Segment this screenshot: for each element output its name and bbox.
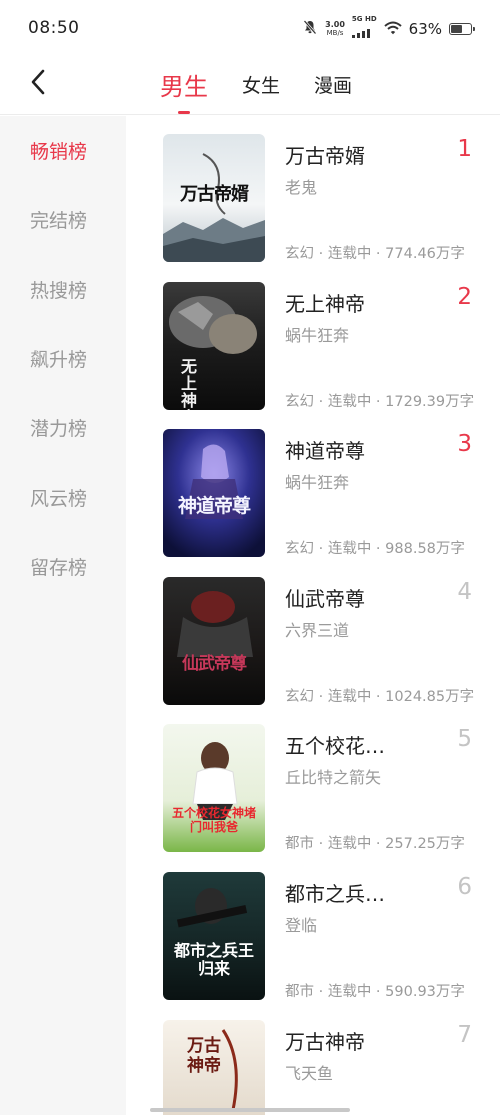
rank-number: 3 [457,431,472,457]
book-title: 万古帝婿 [285,144,365,168]
rank-number: 1 [457,136,472,162]
sidebar-item-potential[interactable]: 潜力榜 [0,393,126,462]
network-speed: 3.00 MB/s [325,20,345,38]
network-speed-unit: MB/s [326,29,344,37]
book-cover: 神道帝尊 [163,429,265,557]
book-item[interactable]: 神道帝尊 神道帝尊 蜗牛狂奔 玄幻 · 连载中 · 988.58万字 3 [163,429,500,559]
cover-title: 万古帝婿 [180,184,249,205]
cover-title: 无上神帝 [181,357,198,410]
sidebar-item-completed[interactable]: 完结榜 [0,185,126,254]
signal-label: 5G HD [351,15,377,23]
sidebar-item-trending[interactable]: 风云榜 [0,462,126,531]
book-cover: 五个校花女神堵门叫我爸 [163,724,265,852]
book-author: 老鬼 [285,178,318,197]
book-author: 蜗牛狂奔 [285,326,350,345]
top-nav: 男生 女生 漫画 [0,58,500,115]
book-author: 蜗牛狂奔 [285,473,350,492]
tab-active-indicator [178,111,190,114]
tab-label: 女生 [242,75,281,97]
sidebar-item-bestseller[interactable]: 畅销榜 [0,116,126,185]
book-cover: 万古帝婿 [163,134,265,262]
book-item[interactable]: 都市之兵王归来 都市之兵… 登临 都市 · 连载中 · 590.93万字 6 [163,872,500,1002]
signal-bars-icon [351,23,370,42]
book-item[interactable]: 无上神帝 无上神帝 蜗牛狂奔 玄幻 · 连载中 · 1729.39万字 2 [163,282,500,412]
book-title: 神道帝尊 [285,439,365,463]
home-indicator[interactable] [150,1108,350,1112]
battery-level [451,25,463,33]
book-cover: 都市之兵王归来 [163,872,265,1000]
category-tabs: 男生 女生 漫画 [160,58,386,115]
book-title: 无上神帝 [285,292,365,316]
book-author: 丘比特之箭矢 [285,768,382,787]
sidebar-item-hot-search[interactable]: 热搜榜 [0,255,126,324]
book-author: 登临 [285,916,318,935]
book-cover: 无上神帝 [163,282,265,410]
wifi-icon [383,20,402,39]
book-item[interactable]: 万古帝婿 万古帝婿 老鬼 玄幻 · 连载中 · 774.46万字 1 [163,134,500,264]
cover-title: 仙武帝尊 [182,654,247,674]
cellular-signal: 5G HD [351,15,377,42]
cover-title: 都市之兵王归来 [173,941,254,978]
book-cover: 仙武帝尊 [163,577,265,705]
sidebar-item-retention[interactable]: 留存榜 [0,532,126,601]
book-author: 飞天鱼 [285,1064,334,1083]
ranking-sidebar: 畅销榜 完结榜 热搜榜 飙升榜 潜力榜 风云榜 留存榜 [0,116,126,1115]
book-meta: 都市 · 连载中 · 590.93万字 [285,984,465,1000]
chevron-left-icon [31,69,45,95]
tab-label: 漫画 [314,75,353,97]
sidebar-item-rising[interactable]: 飙升榜 [0,324,126,393]
status-icons: 3.00 MB/s 5G HD 63% [302,15,475,42]
rank-number: 2 [457,284,472,310]
tab-male[interactable]: 男生 [160,58,208,114]
book-meta: 玄幻 · 连载中 · 1024.85万字 [285,689,475,705]
back-button[interactable] [22,66,54,98]
cover-title: 五个校花女神堵门叫我爸 [171,806,256,834]
book-title: 万古神帝 [285,1030,365,1054]
book-item[interactable]: 万古神帝 万古神帝 飞天鱼 7 [163,1020,500,1115]
cover-title: 万古神帝 [187,1036,221,1076]
book-item[interactable]: 仙武帝尊 仙武帝尊 六界三道 玄幻 · 连载中 · 1024.85万字 4 [163,577,500,707]
rank-number: 4 [457,579,472,605]
tab-comics[interactable]: 漫画 [314,58,352,98]
book-cover: 万古神帝 [163,1020,265,1115]
book-list: 万古帝婿 万古帝婿 老鬼 玄幻 · 连载中 · 774.46万字 1 无上神帝 … [126,116,500,1115]
book-title: 五个校花… [285,734,385,758]
status-time: 08:50 [28,18,80,38]
network-speed-value: 3.00 [325,20,345,29]
book-author: 六界三道 [285,621,350,640]
tab-female[interactable]: 女生 [242,58,280,98]
status-bar: 08:50 3.00 MB/s 5G HD 63% [0,0,500,58]
battery-percent: 63% [408,20,442,38]
cover-title: 神道帝尊 [177,495,251,517]
book-meta: 玄幻 · 连载中 · 988.58万字 [285,541,465,557]
book-meta: 都市 · 连载中 · 257.25万字 [285,836,465,852]
book-meta: 玄幻 · 连载中 · 1729.39万字 [285,394,475,410]
battery-icon [449,23,475,35]
rank-number: 5 [457,726,472,752]
book-title: 仙武帝尊 [285,587,365,611]
tab-label: 男生 [160,73,208,101]
rank-number: 7 [457,1022,472,1048]
book-title: 都市之兵… [285,882,385,906]
mute-bell-icon [302,19,318,39]
book-meta: 玄幻 · 连载中 · 774.46万字 [285,246,465,262]
rank-number: 6 [457,874,472,900]
book-item[interactable]: 五个校花女神堵门叫我爸 五个校花… 丘比特之箭矢 都市 · 连载中 · 257.… [163,724,500,854]
